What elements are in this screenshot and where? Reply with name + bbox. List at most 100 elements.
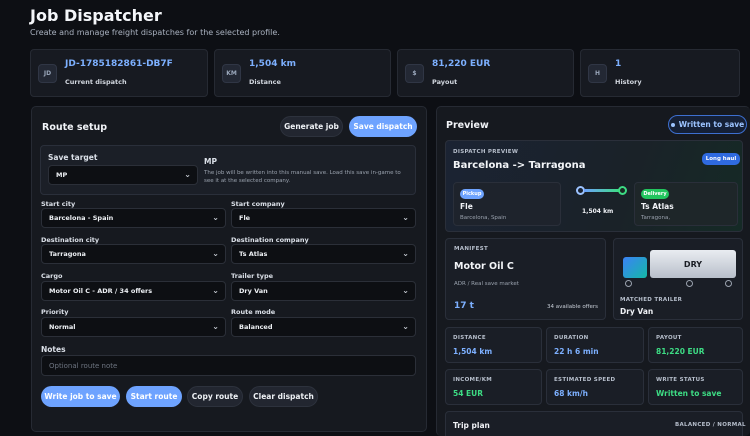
stat-history: H 1 History xyxy=(580,49,740,97)
pickup-city: Barcelona, Spain xyxy=(460,215,507,221)
trailer-card: DRY MATCHED TRAILER Dry Van xyxy=(613,238,743,320)
stat-value: 81,220 EUR xyxy=(432,59,491,69)
dispatch-icon: JD xyxy=(38,64,57,83)
cargo-name: Motor Oil C xyxy=(454,261,514,272)
route-mode-label: Route mode xyxy=(231,308,276,316)
delivery-tag: Delivery xyxy=(641,189,669,199)
save-info-text: The job will be written into this manual… xyxy=(204,170,401,184)
notes-input[interactable]: Optional route note xyxy=(41,355,416,376)
save-target-box: Save target MP ⌄ MP The job will be writ… xyxy=(40,145,416,195)
delivery-card: Delivery Ts Atlas Tarragona, xyxy=(634,182,738,226)
priority-label: Priority xyxy=(41,308,69,316)
destination-company-value: Ts Atlas xyxy=(239,250,268,258)
destination-city-label: Destination city xyxy=(41,236,100,244)
chevron-down-icon: ⌄ xyxy=(212,213,219,222)
trailer-type-select[interactable]: Dry Van ⌄ xyxy=(231,281,416,301)
metric-value: Written to save xyxy=(656,389,722,398)
route-mode-select[interactable]: Balanced ⌄ xyxy=(231,317,416,337)
stats-bar: JD JD-1785182861-DB7F Current dispatch K… xyxy=(30,49,740,97)
metric-value: 1,504 km xyxy=(453,347,493,356)
wheel-icon xyxy=(625,280,632,287)
dispatch-preview-label: DISPATCH PREVIEW xyxy=(453,149,519,155)
preview-title: Preview xyxy=(446,120,489,131)
stat-value: 1,504 km xyxy=(249,59,296,69)
route-mode-value: Balanced xyxy=(239,323,273,331)
stat-label: History xyxy=(615,78,642,86)
trip-plan-mode: BALANCED / NORMAL xyxy=(675,422,746,428)
save-info-title: MP xyxy=(204,157,217,166)
matched-trailer-label: MATCHED TRAILER xyxy=(620,297,683,303)
route-distance: 1,504 km xyxy=(582,208,614,215)
cargo-select[interactable]: Motor Oil C - ADR / 34 offers ⌄ xyxy=(41,281,226,301)
cargo-value: Motor Oil C - ADR / 34 offers xyxy=(49,287,153,295)
save-target-value: MP xyxy=(56,171,68,179)
page-title: Job Dispatcher xyxy=(30,6,162,25)
chevron-down-icon: ⌄ xyxy=(212,322,219,331)
history-icon: H xyxy=(588,64,607,83)
metric-distance: DISTANCE 1,504 km xyxy=(445,327,542,363)
long-haul-badge: Long haul xyxy=(702,153,740,165)
route-title: Barcelona -> Tarragona xyxy=(453,160,586,171)
page-subtitle: Create and manage freight dispatches for… xyxy=(30,28,280,37)
metric-value: 81,220 EUR xyxy=(656,347,705,356)
chevron-down-icon: ⌄ xyxy=(402,249,409,258)
stat-value: 1 xyxy=(615,59,622,69)
save-target-label: Save target xyxy=(48,153,98,162)
route-setup-panel: Route setup Generate job Save dispatch S… xyxy=(31,106,427,432)
notes-placeholder: Optional route note xyxy=(49,361,118,370)
write-job-button[interactable]: Write job to save xyxy=(41,386,120,407)
manifest-card: MANIFEST Motor Oil C ADR / Real save mar… xyxy=(445,238,606,320)
save-target-select[interactable]: MP ⌄ xyxy=(48,165,198,185)
metric-label: INCOME/KM xyxy=(453,377,493,383)
generate-job-button[interactable]: Generate job xyxy=(280,116,343,137)
cargo-description: ADR / Real save market xyxy=(454,281,519,287)
start-city-select[interactable]: Barcelona - Spain ⌄ xyxy=(41,208,226,228)
start-company-select[interactable]: Fle ⌄ xyxy=(231,208,416,228)
stat-label: Payout xyxy=(432,78,458,86)
metric-value: 22 h 6 min xyxy=(554,347,599,356)
cargo-label: Cargo xyxy=(41,272,63,280)
start-city-value: Barcelona - Spain xyxy=(49,214,114,222)
start-route-button[interactable]: Start route xyxy=(126,386,182,407)
metric-label: PAYOUT xyxy=(656,335,682,341)
metric-duration: DURATION 22 h 6 min xyxy=(546,327,644,363)
write-status-badge: Written to save xyxy=(668,115,747,134)
chevron-down-icon: ⌄ xyxy=(212,249,219,258)
trailer-body: DRY xyxy=(650,250,736,278)
cargo-weight: 17 t xyxy=(454,301,474,311)
start-company-value: Fle xyxy=(239,214,251,222)
chevron-down-icon: ⌄ xyxy=(402,322,409,331)
clear-dispatch-button[interactable]: Clear dispatch xyxy=(249,386,318,407)
stat-value: JD-1785182861-DB7F xyxy=(65,59,173,69)
delivery-company: Ts Atlas xyxy=(641,202,674,211)
metric-label: DURATION xyxy=(554,335,589,341)
pickup-tag: Pickup xyxy=(460,189,484,199)
metric-value: 68 km/h xyxy=(554,389,588,398)
metric-payout: PAYOUT 81,220 EUR xyxy=(648,327,743,363)
pickup-company: Fle xyxy=(460,202,473,211)
destination-city-value: Tarragona xyxy=(49,250,86,258)
copy-route-button[interactable]: Copy route xyxy=(187,386,243,407)
destination-company-label: Destination company xyxy=(231,236,309,244)
metric-estimated-speed: ESTIMATED SPEED 68 km/h xyxy=(546,369,644,405)
priority-value: Normal xyxy=(49,323,76,331)
chevron-down-icon: ⌄ xyxy=(402,213,409,222)
metric-value: 54 EUR xyxy=(453,389,484,398)
destination-city-select[interactable]: Tarragona ⌄ xyxy=(41,244,226,264)
pickup-card: Pickup Fle Barcelona, Spain xyxy=(453,182,561,226)
priority-select[interactable]: Normal ⌄ xyxy=(41,317,226,337)
stat-distance: KM 1,504 km Distance xyxy=(214,49,391,97)
stat-label: Distance xyxy=(249,78,281,86)
wheel-icon xyxy=(686,280,693,287)
metric-write-status: WRITE STATUS Written to save xyxy=(648,369,743,405)
start-city-label: Start city xyxy=(41,200,76,208)
destination-company-select[interactable]: Ts Atlas ⌄ xyxy=(231,244,416,264)
chevron-down-icon: ⌄ xyxy=(184,170,191,179)
chevron-down-icon: ⌄ xyxy=(402,286,409,295)
route-line xyxy=(576,186,627,196)
save-dispatch-button[interactable]: Save dispatch xyxy=(349,116,417,137)
chevron-down-icon: ⌄ xyxy=(212,286,219,295)
trip-plan-label: Trip plan xyxy=(453,421,490,430)
status-badge-text: Written to save xyxy=(678,120,745,129)
stat-label: Current dispatch xyxy=(65,78,127,86)
